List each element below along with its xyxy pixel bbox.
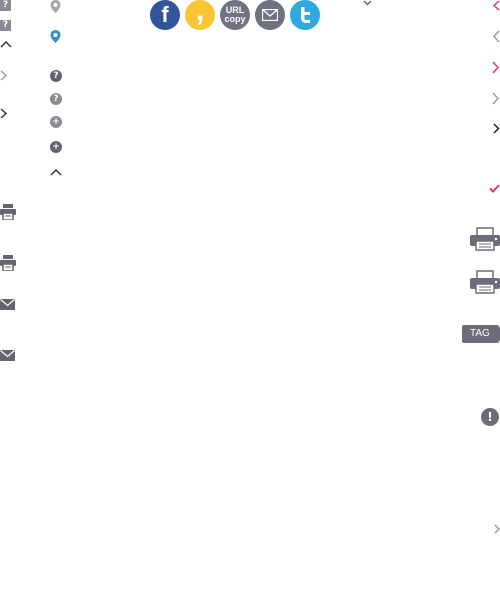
checkmark-icon xyxy=(489,184,500,193)
print-icon[interactable] xyxy=(470,227,500,251)
help-badge[interactable]: ? xyxy=(0,0,11,11)
url-copy-button[interactable]: URL copy xyxy=(220,0,250,30)
chevron-right-icon[interactable] xyxy=(0,108,8,119)
chevron-right-icon[interactable] xyxy=(494,524,500,534)
chevron-left-icon[interactable] xyxy=(492,30,500,43)
print-icon[interactable] xyxy=(0,255,16,271)
kakao-icon: , xyxy=(195,0,205,27)
twitter-share-button[interactable] xyxy=(290,0,320,30)
kakao-share-button[interactable]: , xyxy=(185,0,215,30)
mail-icon xyxy=(262,9,278,21)
location-pin-icon xyxy=(50,0,61,13)
add-icon[interactable]: + xyxy=(50,141,62,153)
url-copy-label: copy xyxy=(224,14,246,24)
chevron-up-icon[interactable] xyxy=(0,39,12,48)
mail-share-button[interactable] xyxy=(255,0,285,30)
chevron-right-icon[interactable] xyxy=(492,92,500,105)
print-icon[interactable] xyxy=(470,270,500,294)
help-icon[interactable]: ? xyxy=(50,70,62,82)
help-icon[interactable]: ? xyxy=(50,93,62,105)
tag-badge[interactable]: TAG xyxy=(462,325,500,343)
mail-icon[interactable] xyxy=(0,350,15,361)
chevron-right-icon[interactable] xyxy=(493,123,500,134)
chevron-left-icon[interactable] xyxy=(492,0,500,11)
alert-icon: ! xyxy=(481,408,499,426)
facebook-share-button[interactable]: f xyxy=(150,0,180,30)
chevron-down-icon[interactable] xyxy=(363,0,372,6)
chevron-up-icon[interactable] xyxy=(50,167,62,176)
chevron-right-icon[interactable] xyxy=(492,61,500,74)
add-icon[interactable]: + xyxy=(50,116,62,128)
facebook-icon: f xyxy=(161,2,169,27)
chevron-right-icon[interactable] xyxy=(0,70,8,81)
help-badge[interactable]: ? xyxy=(0,20,11,31)
twitter-icon xyxy=(301,7,310,23)
location-pin-icon xyxy=(50,30,61,43)
print-icon[interactable] xyxy=(0,204,16,220)
mail-icon[interactable] xyxy=(0,299,15,310)
